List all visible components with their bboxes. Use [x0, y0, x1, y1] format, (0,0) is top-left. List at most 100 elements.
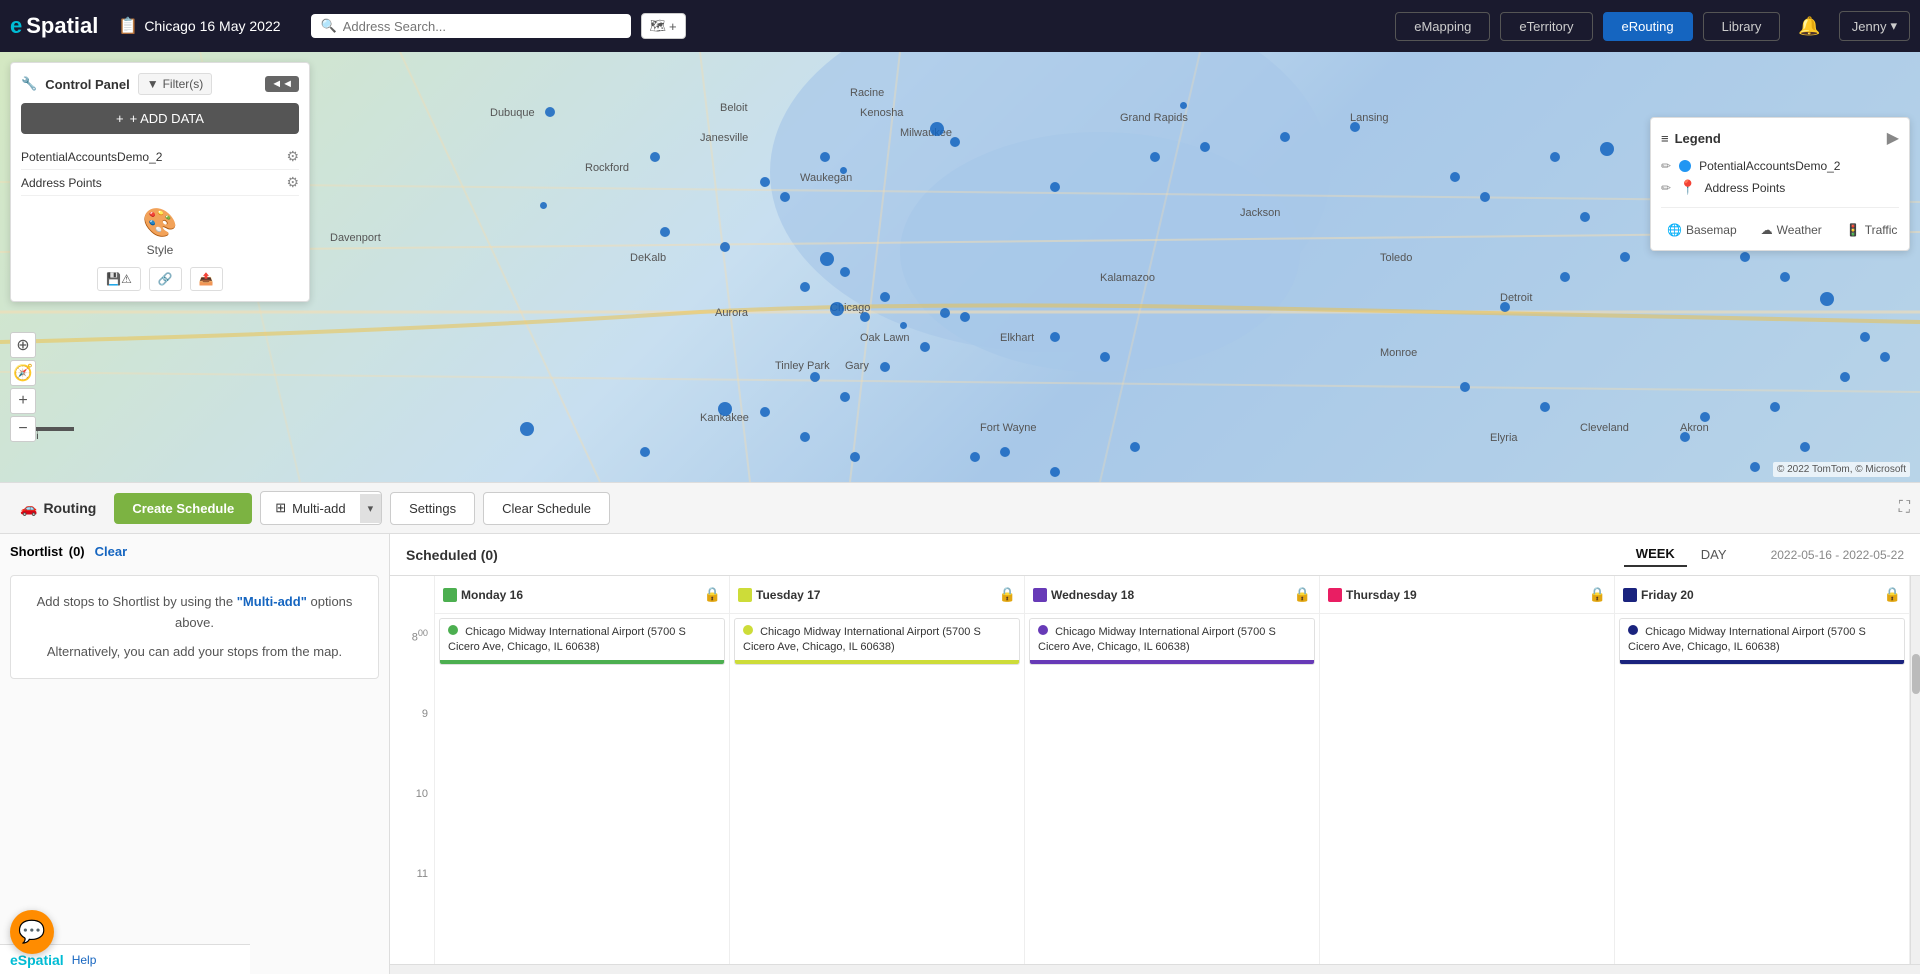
weather-button[interactable]: ☁ Weather [1755, 220, 1828, 240]
traffic-button[interactable]: 🚦 Traffic [1840, 220, 1904, 240]
user-menu-button[interactable]: Jenny ▾ [1839, 11, 1910, 41]
map-container[interactable]: Dubuque Rockford Janesville Beloit Racin… [0, 52, 1920, 482]
scrollbar-thumb[interactable] [1912, 654, 1920, 694]
expand-schedule-button[interactable]: ⛶ [1899, 499, 1910, 517]
thursday-lock-icon[interactable]: 🔒 [1589, 586, 1606, 603]
erouting-button[interactable]: eRouting [1603, 12, 1693, 41]
week-tab[interactable]: WEEK [1624, 542, 1687, 567]
map-point [1550, 152, 1560, 162]
emapping-button[interactable]: eMapping [1395, 12, 1490, 41]
layer-settings-icon[interactable]: ⚙ [286, 148, 299, 165]
notification-button[interactable]: 🔔 [1790, 12, 1828, 41]
map-point [1000, 447, 1010, 457]
vertical-scrollbar[interactable] [1910, 576, 1920, 964]
basemap-button[interactable]: 🌐 Basemap [1661, 220, 1743, 240]
day-column-friday: Friday 20 🔒 Chicago Midway International… [1615, 576, 1910, 964]
map-point [880, 362, 890, 372]
scheduled-header: Scheduled (0) WEEK DAY 2022-05-16 - 2022… [390, 534, 1920, 576]
style-section: 🎨 Style [21, 206, 299, 257]
multi-add-emphasis: "Multi-add" [237, 594, 307, 609]
wednesday-body: Chicago Midway International Airport (57… [1025, 614, 1319, 964]
settings-button[interactable]: Settings [390, 492, 475, 525]
footer-help-link[interactable]: Help [72, 953, 97, 967]
monday-lock-icon[interactable]: 🔒 [704, 586, 721, 603]
layer-settings-icon-2[interactable]: ⚙ [286, 174, 299, 191]
chat-bubble[interactable]: 💬 [10, 910, 54, 954]
event-dot-friday [1628, 625, 1638, 635]
friday-event[interactable]: Chicago Midway International Airport (57… [1619, 618, 1905, 665]
add-data-button[interactable]: + + ADD DATA [21, 103, 299, 134]
friday-lock-icon[interactable]: 🔒 [1884, 586, 1901, 603]
map-title-icon: 📋 [118, 16, 138, 36]
map-point [920, 342, 930, 352]
monday-event[interactable]: Chicago Midway International Airport (57… [439, 618, 725, 665]
monday-body: Chicago Midway International Airport (57… [435, 614, 729, 964]
tuesday-event[interactable]: Chicago Midway International Airport (57… [734, 618, 1020, 665]
app-logo[interactable]: eSpatial [10, 13, 98, 39]
collapse-panel-button[interactable]: ◄◄ [265, 76, 299, 92]
event-footer-friday [1620, 660, 1904, 664]
legend-item-potential: ✏ PotentialAccountsDemo_2 [1661, 156, 1899, 176]
shortlist-clear-link[interactable]: Clear [95, 544, 128, 559]
multi-add-dropdown-button[interactable]: ▾ [360, 494, 382, 523]
shortlist-hint-line1: Add stops to Shortlist by using the "Mul… [27, 592, 362, 634]
map-point [760, 407, 770, 417]
map-point [1050, 182, 1060, 192]
day-header-wednesday: Wednesday 18 🔒 [1025, 576, 1319, 614]
map-point [1600, 142, 1614, 156]
day-header-friday: Friday 20 🔒 [1615, 576, 1909, 614]
scheduled-panel: Scheduled (0) WEEK DAY 2022-05-16 - 2022… [390, 534, 1920, 974]
layer-item-address: Address Points ⚙ [21, 170, 299, 196]
library-button[interactable]: Library [1703, 12, 1781, 41]
map-point [1680, 432, 1690, 442]
legend-edit-icon-2: ✏ [1661, 181, 1671, 195]
map-point [970, 452, 980, 462]
zoom-orient-button[interactable]: 🧭 [10, 360, 36, 386]
create-schedule-button[interactable]: Create Schedule [114, 493, 252, 524]
legend-item-address: ✏ 📍 Address Points [1661, 176, 1899, 199]
shortlist-header: Shortlist (0) Clear [10, 544, 379, 559]
wednesday-lock-icon[interactable]: 🔒 [1294, 586, 1311, 603]
shortlist-hint-box: Add stops to Shortlist by using the "Mul… [10, 575, 379, 679]
routing-button[interactable]: 🚗 Routing [10, 494, 106, 523]
filter-button[interactable]: ▼ Filter(s) [138, 73, 213, 95]
wednesday-event[interactable]: Chicago Midway International Airport (57… [1029, 618, 1315, 665]
eterritory-button[interactable]: eTerritory [1500, 12, 1592, 41]
share-button[interactable]: 🔗 [149, 267, 182, 291]
zoom-in-button[interactable]: + [10, 388, 36, 414]
day-column-tuesday: Tuesday 17 🔒 Chicago Midway Internationa… [730, 576, 1025, 964]
shortlist-panel: Shortlist (0) Clear Add stops to Shortli… [0, 534, 390, 974]
export-button[interactable]: 📤 [190, 267, 223, 291]
monday-color-bar [443, 588, 457, 602]
legend-toggle-button[interactable]: ▶ [1887, 128, 1899, 148]
search-input[interactable] [343, 19, 621, 34]
map-point [800, 432, 810, 442]
event-dot-monday [448, 625, 458, 635]
map-point [820, 252, 834, 266]
map-point [660, 227, 670, 237]
map-point [1150, 152, 1160, 162]
style-palette-icon[interactable]: 🎨 [143, 206, 178, 239]
layer-item-potential: PotentialAccountsDemo_2 ⚙ [21, 144, 299, 170]
schedule-area: Shortlist (0) Clear Add stops to Shortli… [0, 534, 1920, 974]
day-tab[interactable]: DAY [1689, 542, 1739, 567]
friday-body: Chicago Midway International Airport (57… [1615, 614, 1909, 964]
map-title-text: Chicago 16 May 2022 [144, 18, 280, 34]
horizontal-scrollbar[interactable] [390, 964, 1920, 974]
clear-schedule-button[interactable]: Clear Schedule [483, 492, 610, 525]
map-point [1050, 467, 1060, 477]
add-pin-button[interactable]: 🗺 + [641, 13, 686, 39]
zoom-out-button[interactable]: − [10, 416, 36, 442]
tuesday-lock-icon[interactable]: 🔒 [999, 586, 1016, 603]
map-point [1820, 292, 1834, 306]
zoom-compass-button[interactable]: ⊕ [10, 332, 36, 358]
legend-footer: 🌐 Basemap ☁ Weather 🚦 Traffic [1661, 216, 1899, 240]
event-footer-tuesday [735, 660, 1019, 664]
zoom-controls: ⊕ 🧭 + − [10, 332, 36, 442]
save-button[interactable]: 💾⚠ [97, 267, 141, 291]
chevron-down-icon: ▾ [1890, 18, 1897, 34]
multi-add-button[interactable]: ⊞ Multi-add [261, 492, 359, 524]
map-point [880, 292, 890, 302]
map-point [1580, 212, 1590, 222]
basemap-icon: 🌐 [1667, 223, 1682, 237]
